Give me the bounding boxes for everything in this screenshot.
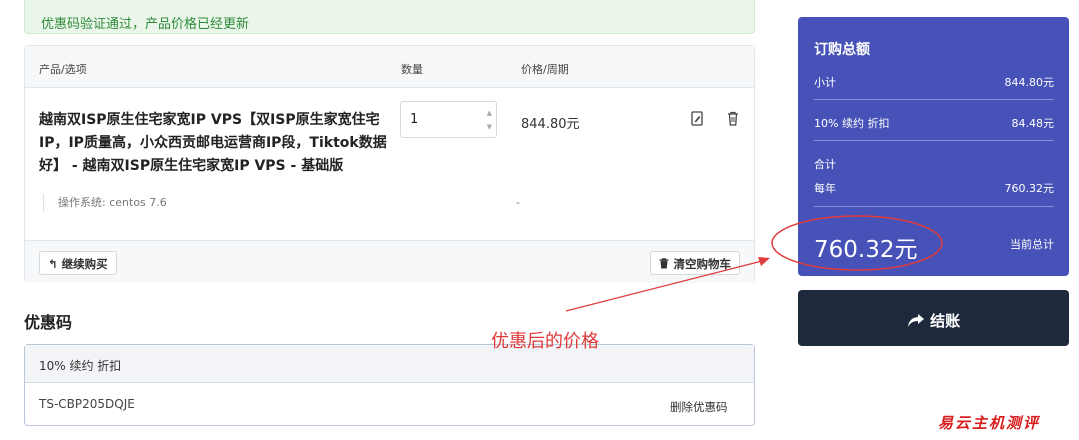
empty-cart-button[interactable]: 清空购物车	[650, 251, 740, 275]
header-price: 价格/周期	[521, 63, 569, 76]
option-value: centos 7.6	[109, 196, 167, 209]
coupon-section-title: 优惠码	[24, 313, 73, 332]
annotation-arrowhead	[758, 257, 770, 266]
share-arrow-icon	[907, 312, 930, 330]
quantity-stepper[interactable]: 1 ▲ ▼	[400, 101, 497, 138]
header-product: 产品/选项	[39, 63, 87, 76]
watermark: 易云主机测评	[938, 414, 1041, 432]
remove-coupon-button[interactable]: 删除优惠码	[670, 399, 728, 415]
applied-coupon-description: 10% 续约 折扣	[25, 345, 754, 383]
divider	[814, 206, 1054, 207]
checkout-button[interactable]: 结账	[798, 290, 1069, 346]
option-label: 操作系统:	[58, 196, 106, 209]
grand-total-label: 当前总计	[1010, 238, 1054, 251]
option-price: -	[516, 196, 520, 209]
empty-cart-label: 清空购物车	[673, 257, 732, 271]
subtotal-label: 小计	[814, 76, 836, 89]
chevron-up-icon[interactable]: ▲	[487, 106, 492, 120]
product-name: 越南双ISP原生住宅家宽IP VPS【双ISP原生家宽住宅IP，IP质量高，小众…	[39, 112, 387, 174]
subtotal-value: 844.80元	[1004, 76, 1055, 89]
checkout-label: 结账	[930, 312, 961, 330]
cart-footer: ↰ 继续购买 清空购物车	[25, 240, 754, 283]
discount-label: 10% 续约 折扣	[814, 117, 890, 130]
summary-title: 订购总额	[814, 42, 870, 58]
reply-arrow-icon: ↰	[48, 257, 58, 271]
chevron-down-icon[interactable]: ▼	[487, 120, 492, 134]
stepper-arrows[interactable]: ▲ ▼	[487, 106, 492, 134]
total-label: 合计	[814, 158, 836, 171]
product-option: 操作系统: centos 7.6	[43, 194, 167, 212]
coupon-code: TS-CBP205DQJE	[39, 397, 135, 411]
order-summary-panel: 订购总额 小计 844.80元 10% 续约 折扣 84.48元 合计 每年 7…	[798, 17, 1069, 276]
coupon-success-alert: 优惠码验证通过，产品价格已经更新	[24, 0, 755, 34]
coupon-panel: 10% 续约 折扣 TS-CBP205DQJE 删除优惠码	[24, 344, 755, 426]
annotation-label: 优惠后的价格	[491, 331, 599, 352]
discount-value: 84.48元	[1011, 117, 1055, 130]
divider	[814, 140, 1054, 141]
continue-shopping-button[interactable]: ↰ 继续购买	[39, 251, 117, 275]
checkout-content[interactable]: 结账	[798, 310, 1069, 331]
edit-icon[interactable]	[689, 110, 705, 128]
header-qty: 数量	[401, 63, 423, 76]
continue-label: 继续购买	[61, 257, 108, 271]
trash-icon	[659, 257, 673, 271]
product-price: 844.80元	[521, 117, 580, 132]
alert-text: 优惠码验证通过，产品价格已经更新	[41, 17, 250, 32]
trash-icon[interactable]	[725, 110, 741, 128]
cart-table: 产品/选项 数量 价格/周期 越南双ISP原生住宅家宽IP VPS【双ISP原生…	[24, 45, 755, 283]
quantity-value[interactable]: 1	[410, 112, 418, 127]
divider	[814, 99, 1054, 100]
grand-total: 760.32元	[814, 237, 918, 263]
period-value: 760.32元	[1004, 182, 1055, 195]
cart-header: 产品/选项 数量 价格/周期	[25, 46, 754, 88]
period-label: 每年	[814, 182, 836, 195]
